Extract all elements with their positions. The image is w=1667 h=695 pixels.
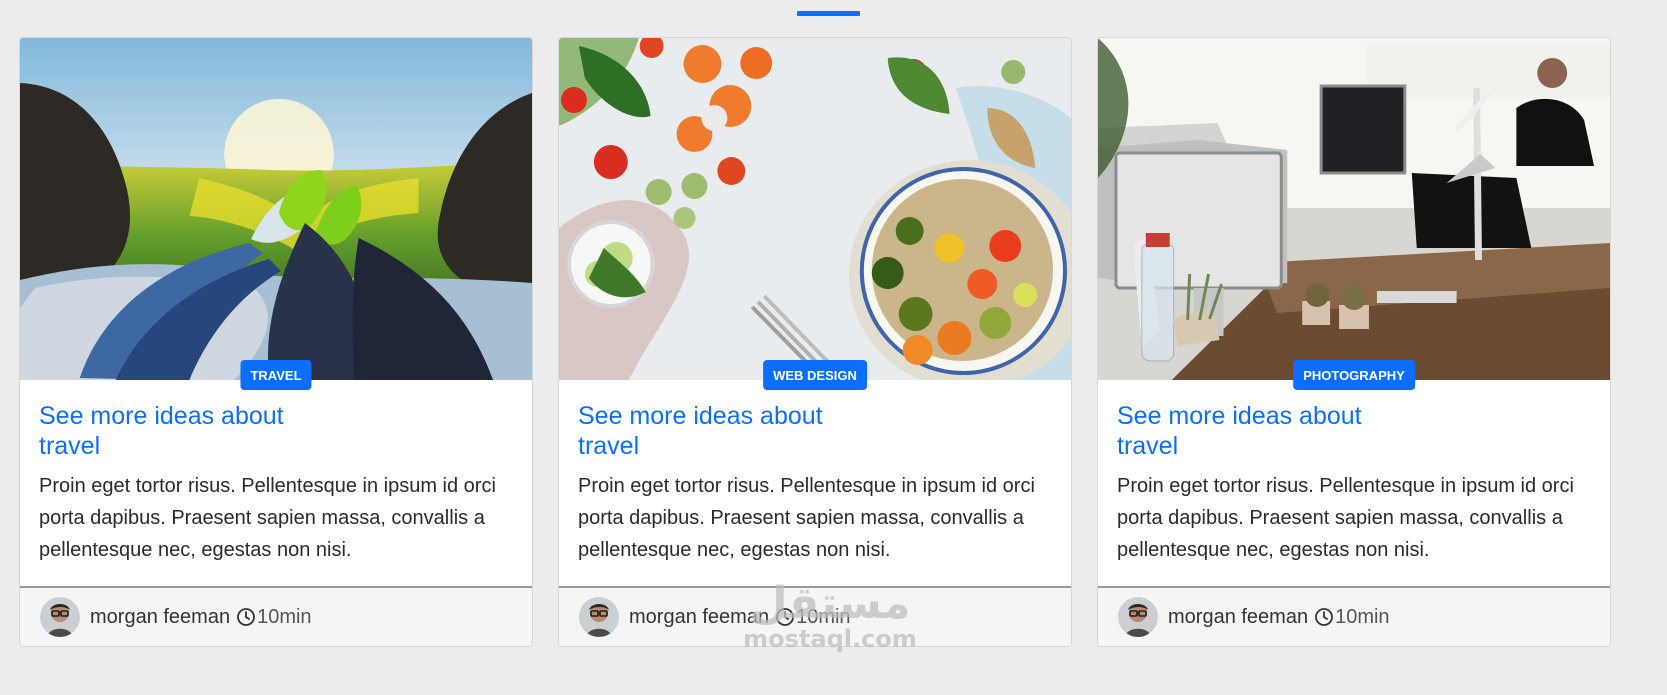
- category-badge[interactable]: TRAVEL: [240, 360, 312, 390]
- card-title-link[interactable]: See more ideas about travel: [39, 401, 299, 461]
- top-accent-bar: [797, 11, 860, 16]
- author-avatar[interactable]: [40, 597, 80, 637]
- avatar-portrait-icon: [579, 597, 619, 637]
- card-footer: morgan feeman 10min: [1098, 586, 1610, 646]
- card-body: See more ideas about travel Proin eget t…: [39, 401, 509, 566]
- blog-card-travel: TRAVEL See more ideas about travel Proin…: [19, 37, 533, 647]
- category-badge[interactable]: WEB DESIGN: [763, 360, 867, 390]
- read-time: 10min: [1335, 605, 1390, 628]
- blog-card-web-design: WEB DESIGN See more ideas about travel P…: [558, 37, 1072, 647]
- clock-icon: [776, 608, 794, 626]
- travel-photo-icon: [20, 38, 532, 380]
- card-title-link[interactable]: See more ideas about travel: [578, 401, 838, 461]
- avatar-portrait-icon: [1118, 597, 1158, 637]
- card-footer: morgan feeman 10min: [559, 586, 1071, 646]
- blog-card-row: TRAVEL See more ideas about travel Proin…: [19, 37, 1611, 647]
- read-time: 10min: [257, 605, 312, 628]
- author-avatar[interactable]: [579, 597, 619, 637]
- card-footer: morgan feeman 10min: [20, 586, 532, 646]
- read-time: 10min: [796, 605, 851, 628]
- card-description: Proin eget tortor risus. Pellentesque in…: [578, 475, 1035, 561]
- category-badge[interactable]: PHOTOGRAPHY: [1293, 360, 1415, 390]
- card-body: See more ideas about travel Proin eget t…: [1117, 401, 1587, 566]
- author-name[interactable]: morgan feeman: [1168, 606, 1308, 629]
- author-name[interactable]: morgan feeman: [629, 606, 769, 629]
- office-photo-icon: [1098, 38, 1610, 380]
- card-title-link[interactable]: See more ideas about travel: [1117, 401, 1377, 461]
- clock-icon: [237, 608, 255, 626]
- blog-card-photography: PHOTOGRAPHY See more ideas about travel …: [1097, 37, 1611, 647]
- food-photo-icon: [559, 38, 1071, 380]
- clock-icon: [1315, 608, 1333, 626]
- author-name[interactable]: morgan feeman: [90, 606, 230, 629]
- card-description: Proin eget tortor risus. Pellentesque in…: [39, 475, 496, 561]
- web-design-card-image[interactable]: [559, 38, 1071, 380]
- card-body: See more ideas about travel Proin eget t…: [578, 401, 1048, 566]
- card-description: Proin eget tortor risus. Pellentesque in…: [1117, 475, 1574, 561]
- author-avatar[interactable]: [1118, 597, 1158, 637]
- avatar-portrait-icon: [40, 597, 80, 637]
- photography-card-image[interactable]: [1098, 38, 1610, 380]
- travel-card-image[interactable]: [20, 38, 532, 380]
